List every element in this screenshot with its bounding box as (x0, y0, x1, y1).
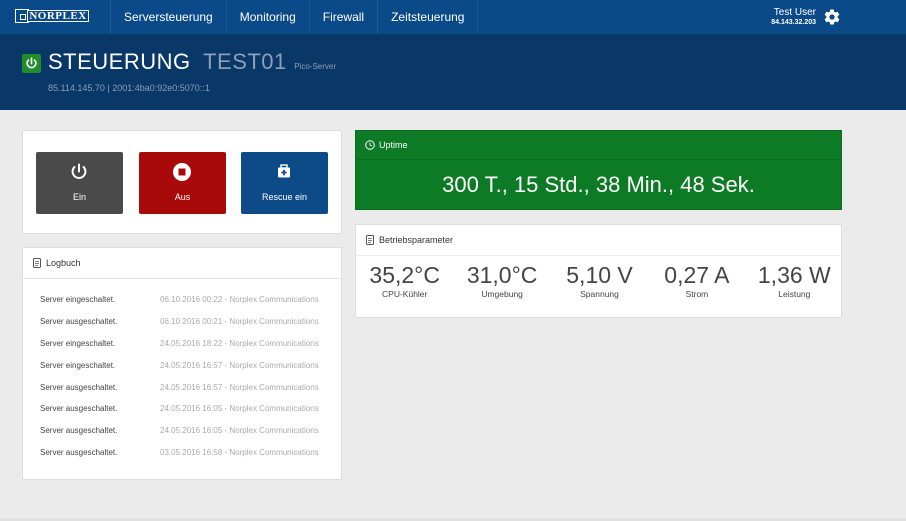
top-navbar: NORPLEX Serversteuerung Monitoring Firew… (0, 0, 906, 35)
list-item: Server ausgeschaltet. 24.05.2016 16:57 -… (40, 383, 340, 405)
power-icon (71, 163, 87, 179)
params-title: Betriebsparameter (379, 235, 454, 245)
param-label: CPU-Kühler (382, 289, 428, 299)
main-nav: Serversteuerung Monitoring Firewall Zeit… (110, 0, 479, 34)
server-addresses: 85.114.145.70 | 2001:4ba0:92e0:5070::1 (48, 83, 210, 93)
power-on-button[interactable]: Ein (36, 152, 123, 214)
log-message: Server ausgeschaltet. (40, 404, 118, 414)
list-item: Server eingeschaltet. 24.05.2016 18:22 -… (40, 339, 340, 361)
document-icon (366, 235, 374, 245)
logbook-header: Logbuch (23, 248, 341, 279)
power-status-badge (22, 54, 41, 73)
clock-icon (365, 140, 375, 150)
power-off-label: Aus (174, 192, 191, 202)
user-info[interactable]: Test User 84.143.32.203 (771, 7, 816, 28)
uptime-title: Uptime (379, 140, 408, 150)
list-item: Server ausgeschaltet. 06.10.2016 00:21 -… (40, 317, 340, 339)
log-meta: 24.05.2016 16:05 - Norplex Communication… (160, 426, 319, 436)
power-on-label: Ein (72, 192, 86, 202)
rescue-on-label: Rescue ein (261, 192, 308, 202)
list-item: Server eingeschaltet. 06.10.2016 00:22 -… (40, 295, 340, 317)
norplex-logo[interactable]: NORPLEX (15, 9, 89, 24)
uptime-header: Uptime (356, 131, 841, 160)
nav-item-monitoring[interactable]: Monitoring (225, 0, 309, 34)
log-meta: 03.05.2016 16:58 - Norplex Communication… (160, 448, 319, 458)
param-ambient: 31,0°C Umgebung (453, 261, 550, 300)
param-value: 31,0°C (466, 262, 538, 288)
page-header: STEUERUNG TEST01 Pico-Server 85.114.145.… (0, 35, 906, 110)
log-message: Server ausgeschaltet. (40, 426, 118, 436)
log-message: Server ausgeschaltet. (40, 448, 118, 458)
list-item: Server ausgeschaltet. 03.05.2016 16:58 -… (40, 448, 340, 470)
log-message: Server eingeschaltet. (40, 295, 116, 304)
param-label: Strom (685, 289, 709, 299)
param-voltage: 5,10 V Spannung (551, 261, 648, 300)
param-power: 1,36 W Leistung (746, 261, 843, 300)
log-message: Server eingeschaltet. (40, 360, 116, 370)
params-header: Betriebsparameter (356, 225, 841, 256)
nav-item-serversteuerung[interactable]: Serversteuerung (110, 0, 226, 34)
log-meta: 06.10.2016 00:21 - Norplex Communication… (160, 316, 319, 326)
operating-parameters-panel: Betriebsparameter 35,2°C CPU-Kühler 31,0… (355, 224, 842, 318)
param-value: 35,2°C (369, 262, 440, 288)
logbook-list: Server eingeschaltet. 06.10.2016 00:22 -… (40, 295, 340, 470)
log-meta: 06.10.2016 00:22 - Norplex Communication… (160, 295, 319, 304)
user-ip: 84.143.32.203 (771, 19, 816, 26)
log-message: Server ausgeschaltet. (40, 382, 118, 392)
gear-icon[interactable] (823, 8, 841, 26)
list-item: Server ausgeschaltet. 24.05.2016 16:05 -… (40, 426, 340, 448)
server-name: TEST01 (203, 49, 287, 74)
uptime-panel: Uptime 300 T., 15 Std., 38 Min., 48 Sek. (355, 130, 842, 210)
param-label: Leistung (778, 289, 811, 299)
log-message: Server ausgeschaltet. (40, 316, 118, 326)
log-meta: 24.05.2016 16:57 - Norplex Communication… (160, 382, 319, 392)
logbook-title: Logbuch (46, 258, 81, 268)
page-title: STEUERUNG TEST01 Pico-Server (48, 49, 336, 75)
medkit-icon (278, 164, 290, 178)
logbook-panel: Logbuch Server eingeschaltet. 06.10.2016… (22, 247, 342, 480)
user-name: Test User (773, 7, 816, 18)
page-title-text: STEUERUNG (48, 49, 191, 74)
params-values: 35,2°C CPU-Kühler 31,0°C Umgebung 5,10 V… (356, 261, 843, 300)
log-message: Server eingeschaltet. (40, 338, 116, 348)
document-icon (33, 258, 41, 268)
stop-icon (173, 163, 191, 181)
param-value: 5,10 V (566, 262, 633, 288)
rescue-on-button[interactable]: Rescue ein (241, 152, 328, 214)
param-current: 0,27 A Strom (648, 261, 745, 300)
log-meta: 24.05.2016 16:57 - Norplex Communication… (160, 360, 319, 370)
param-label: Umgebung (481, 289, 523, 299)
list-item: Server ausgeschaltet. 24.05.2016 16:05 -… (40, 404, 340, 426)
param-cpu-cooler: 35,2°C CPU-Kühler (356, 261, 453, 300)
power-off-button[interactable]: Aus (139, 152, 226, 214)
list-item: Server eingeschaltet. 24.05.2016 16:57 -… (40, 361, 340, 383)
nav-item-firewall[interactable]: Firewall (308, 0, 377, 34)
logo-text: NORPLEX (27, 10, 89, 22)
log-meta: 24.05.2016 18:22 - Norplex Communication… (160, 338, 319, 348)
uptime-value: 300 T., 15 Std., 38 Min., 48 Sek. (442, 172, 755, 197)
power-actions-panel: Ein Aus Rescue ein (22, 130, 342, 234)
param-value: 0,27 A (664, 262, 730, 288)
server-type: Pico-Server (294, 62, 337, 71)
log-meta: 24.05.2016 16:05 - Norplex Communication… (160, 404, 319, 414)
power-icon (26, 57, 37, 69)
nav-item-zeitsteuerung[interactable]: Zeitsteuerung (377, 0, 479, 34)
param-label: Spannung (580, 289, 619, 299)
param-value: 1,36 W (757, 262, 831, 288)
